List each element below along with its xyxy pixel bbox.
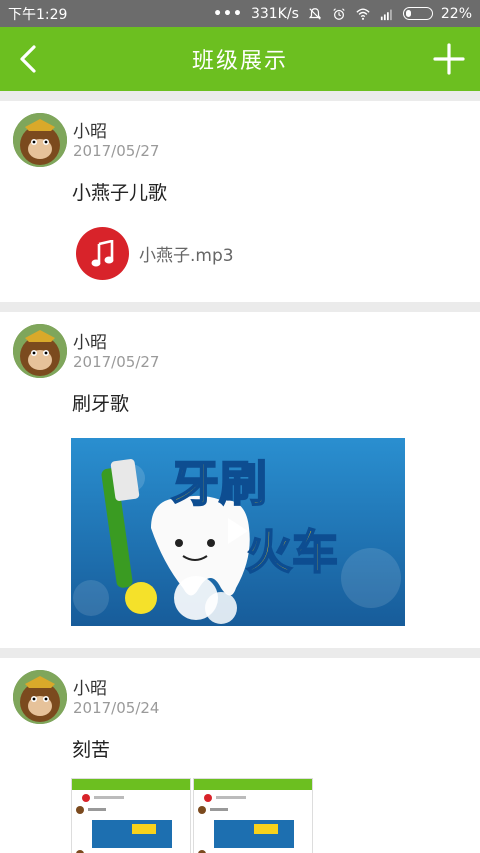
avatar[interactable]	[13, 113, 67, 167]
back-arrow-icon[interactable]	[14, 42, 46, 76]
signal-icon	[380, 9, 392, 20]
post-date: 2017/05/27	[73, 142, 160, 160]
post-card[interactable]: 小昭 2017/05/27 小燕子儿歌 小燕子.mp3	[0, 101, 480, 302]
avatar[interactable]	[13, 670, 67, 724]
svg-text:牙刷: 牙刷	[171, 456, 267, 512]
post-author[interactable]: 小昭	[73, 674, 107, 699]
post-card[interactable]: 小昭 2017/05/27 刷牙歌 牙刷 火车	[0, 312, 480, 648]
audio-filename[interactable]: 小燕子.mp3	[139, 241, 234, 266]
alarm-icon	[333, 7, 345, 20]
avatar[interactable]	[13, 324, 67, 378]
status-time: 下午1:29	[8, 6, 68, 23]
network-speed: 331K/s	[250, 5, 299, 22]
image-thumbnail[interactable]	[193, 778, 313, 853]
mute-bell-icon	[308, 7, 321, 20]
page-title: 班级展示	[191, 49, 288, 74]
post-card[interactable]: 小昭 2017/05/24 刻苦	[0, 658, 480, 853]
image-gallery[interactable]	[71, 778, 313, 853]
post-date: 2017/05/24	[73, 699, 160, 717]
status-bar: 下午1:29 ••• 331K/s 22%	[0, 0, 480, 27]
post-caption: 刷牙歌	[72, 393, 130, 415]
audio-attachment[interactable]: 小燕子.mp3	[76, 227, 234, 280]
post-author[interactable]: 小昭	[73, 328, 107, 353]
post-date: 2017/05/27	[73, 353, 160, 371]
music-note-icon[interactable]	[76, 227, 129, 280]
post-caption: 刻苦	[72, 739, 111, 761]
video-thumbnail[interactable]: 牙刷 火车	[71, 438, 405, 626]
post-author[interactable]: 小昭	[73, 117, 107, 142]
post-caption: 小燕子儿歌	[72, 182, 168, 204]
battery-icon	[402, 7, 433, 20]
plus-icon[interactable]	[432, 42, 466, 76]
image-thumbnail[interactable]	[71, 778, 191, 853]
app-bar: 班级展示	[0, 27, 480, 91]
battery-percent: 22%	[440, 5, 472, 22]
play-icon[interactable]	[226, 516, 250, 546]
svg-text:火车: 火车	[246, 525, 338, 579]
wifi-icon	[356, 8, 370, 20]
post-feed[interactable]: 小昭 2017/05/27 小燕子儿歌 小燕子.mp3 小昭 2017/05/2…	[0, 91, 480, 853]
status-more-dots: •••	[213, 5, 243, 22]
